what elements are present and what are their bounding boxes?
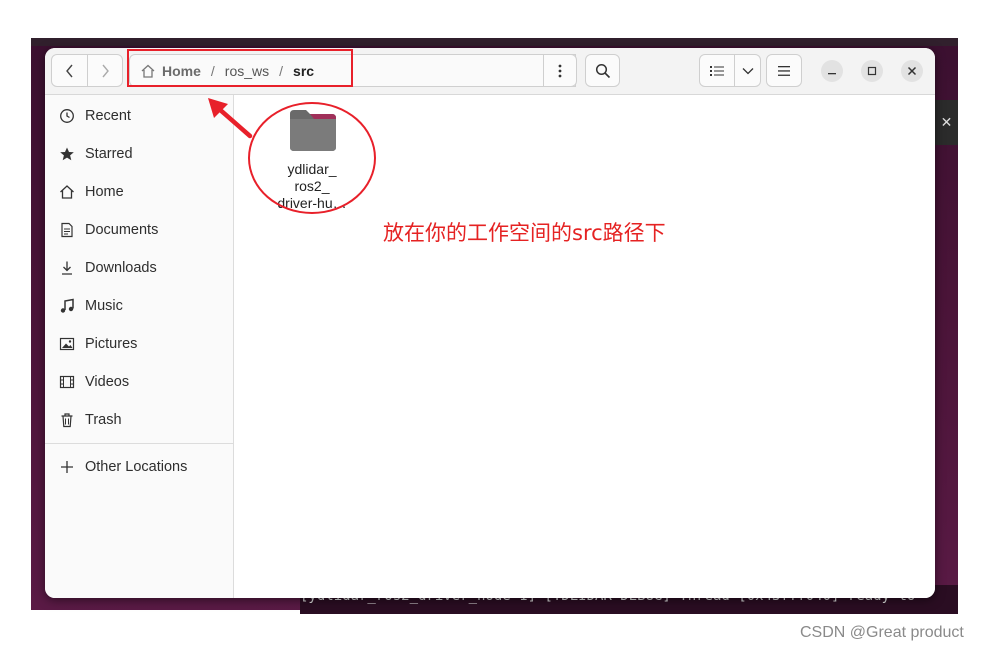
view-options-dropdown[interactable] (734, 54, 761, 87)
picture-icon (59, 336, 75, 352)
annotation-text: 放在你的工作空间的src路径下 (383, 221, 666, 245)
sidebar-item-music[interactable]: Music (45, 287, 233, 325)
film-icon (59, 374, 75, 390)
download-icon (59, 260, 75, 276)
sidebar-item-documents[interactable]: Documents (45, 211, 233, 249)
file-manager-window: Home / ros_ws / src Recent Starred Home … (45, 48, 935, 598)
document-icon (59, 222, 75, 238)
sidebar-item-label: Pictures (85, 336, 138, 352)
sidebar-item-home[interactable]: Home (45, 173, 233, 211)
sidebar-item-label: Music (85, 298, 123, 314)
sidebar-item-label: Starred (85, 146, 133, 162)
forward-button[interactable] (87, 54, 123, 87)
trash-icon (59, 412, 75, 428)
sidebar-item-videos[interactable]: Videos (45, 363, 233, 401)
view-mode-button[interactable] (699, 54, 735, 87)
clock-icon (59, 108, 75, 124)
annotation-arrow-icon (208, 98, 253, 139)
vertical-dots-icon (558, 64, 562, 77)
sidebar-item-label: Other Locations (85, 459, 188, 475)
sidebar-item-label: Documents (85, 222, 159, 238)
plus-icon (59, 459, 75, 475)
sidebar-item-label: Downloads (85, 260, 157, 276)
annotation-highlight-box (127, 49, 353, 87)
sidebar-item-label: Videos (85, 374, 130, 390)
sidebar-item-downloads[interactable]: Downloads (45, 249, 233, 287)
minimize-icon (828, 73, 836, 75)
minimize-button[interactable] (821, 60, 843, 82)
background-window-strip (31, 38, 958, 46)
sidebar-item-pictures[interactable]: Pictures (45, 325, 233, 363)
back-button[interactable] (51, 54, 88, 87)
maximize-icon (867, 66, 877, 76)
hamburger-icon (778, 65, 790, 76)
sidebar-divider (45, 443, 233, 444)
music-note-icon (59, 298, 75, 314)
chevron-down-icon (742, 67, 753, 74)
watermark: CSDN @Great product (800, 624, 964, 641)
background-terminal-close[interactable]: ✕ (935, 100, 958, 145)
close-button[interactable] (901, 60, 923, 82)
sidebar-item-label: Home (85, 184, 124, 200)
sidebar-item-label: Recent (85, 108, 131, 124)
annotation-highlight-circle (248, 102, 376, 214)
sidebar-item-other-locations[interactable]: Other Locations (45, 448, 233, 486)
sidebar: Recent Starred Home Documents Downloads … (45, 95, 234, 598)
list-view-icon (710, 65, 724, 76)
path-menu-button[interactable] (543, 54, 577, 87)
star-icon (59, 146, 75, 162)
main-menu-button[interactable] (766, 54, 802, 87)
maximize-button[interactable] (861, 60, 883, 82)
chevron-left-icon (65, 64, 73, 77)
sidebar-item-label: Trash (85, 412, 122, 428)
home-icon (59, 184, 75, 200)
chevron-right-icon (102, 64, 109, 77)
search-icon (595, 63, 610, 78)
sidebar-item-trash[interactable]: Trash (45, 401, 233, 439)
search-button[interactable] (585, 54, 620, 87)
close-icon (907, 66, 917, 76)
